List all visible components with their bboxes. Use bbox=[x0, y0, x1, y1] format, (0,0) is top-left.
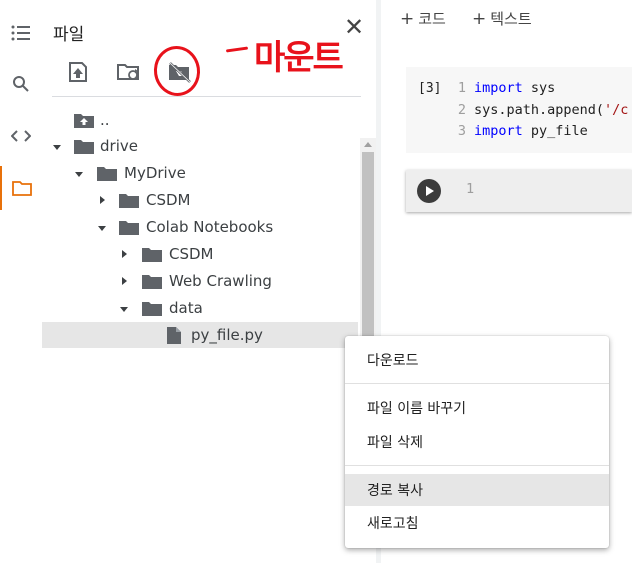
files-panel: 파일 ✕ 마운트 .. drive MyDrive CSDM Colab Not… bbox=[42, 0, 376, 563]
folder-icon bbox=[97, 167, 117, 181]
tree-row-drive[interactable]: drive bbox=[42, 133, 358, 159]
code-cell-active[interactable]: 1 bbox=[406, 170, 632, 212]
panel-title: 파일 bbox=[53, 25, 85, 45]
caret-down-icon[interactable] bbox=[74, 169, 84, 179]
annotation-text: 마운트 bbox=[254, 38, 344, 78]
menu-item-download[interactable]: 다운로드 bbox=[345, 344, 609, 376]
tree-label: Web Crawling bbox=[169, 272, 272, 290]
code-line[interactable]: 1 import sys bbox=[450, 80, 555, 96]
tree-label: MyDrive bbox=[124, 164, 186, 182]
menu-icon[interactable] bbox=[0, 13, 42, 53]
code-line[interactable]: 3 import py_file bbox=[450, 123, 588, 139]
menu-item-copy-path[interactable]: 경로 복사 bbox=[345, 474, 609, 506]
scroll-up-arrow-icon[interactable] bbox=[364, 142, 372, 147]
caret-down-icon[interactable] bbox=[119, 304, 129, 314]
tree-row-csdm-2[interactable]: CSDM bbox=[42, 241, 358, 267]
tree-row-web-crawling[interactable]: Web Crawling bbox=[42, 268, 358, 294]
caret-right-icon[interactable] bbox=[119, 276, 129, 286]
add-text-button[interactable]: + 텍스트 bbox=[472, 8, 532, 29]
caret-down-icon[interactable] bbox=[52, 142, 62, 152]
menu-separator bbox=[345, 465, 609, 466]
code-line[interactable]: 2 sys.path.append('/c bbox=[450, 102, 629, 118]
toolbar-divider bbox=[52, 96, 361, 97]
folder-icon[interactable] bbox=[0, 166, 42, 210]
upload-icon[interactable] bbox=[66, 60, 92, 86]
caret-right-icon[interactable] bbox=[97, 195, 107, 205]
tree-label: CSDM bbox=[146, 191, 191, 209]
folder-icon bbox=[142, 302, 162, 316]
context-menu: 다운로드 파일 이름 바꾸기 파일 삭제 경로 복사 새로고침 bbox=[345, 336, 609, 548]
folder-icon bbox=[142, 248, 162, 262]
caret-down-icon[interactable] bbox=[97, 223, 107, 233]
tree-label: Colab Notebooks bbox=[146, 218, 274, 236]
annotation-dash bbox=[225, 46, 249, 53]
menu-item-delete[interactable]: 파일 삭제 bbox=[345, 426, 609, 458]
folder-icon bbox=[119, 194, 139, 208]
tree-label: py_file.py bbox=[191, 326, 263, 344]
parent-folder-icon bbox=[74, 114, 94, 128]
scroll-thumb[interactable] bbox=[362, 152, 374, 348]
tree-label: CSDM bbox=[169, 245, 214, 263]
line-number: 1 bbox=[466, 181, 475, 197]
tree-row-data[interactable]: data bbox=[42, 295, 358, 321]
tree-row-mydrive[interactable]: MyDrive bbox=[42, 160, 358, 186]
run-cell-button[interactable] bbox=[417, 179, 441, 203]
annotation-circle bbox=[150, 43, 204, 99]
close-icon[interactable]: ✕ bbox=[342, 15, 366, 40]
folder-icon bbox=[74, 140, 94, 154]
tree-label: drive bbox=[100, 137, 138, 155]
tree-row-parent[interactable]: .. bbox=[42, 107, 358, 133]
tree-label: .. bbox=[100, 111, 110, 129]
add-code-button[interactable]: + 코드 bbox=[400, 8, 446, 29]
caret-right-icon[interactable] bbox=[119, 249, 129, 259]
menu-item-refresh[interactable]: 새로고침 bbox=[345, 507, 609, 539]
tree-row-colab-notebooks[interactable]: Colab Notebooks bbox=[42, 214, 358, 240]
tree-row-csdm[interactable]: CSDM bbox=[42, 187, 358, 213]
refresh-folder-icon[interactable] bbox=[116, 60, 142, 86]
file-icon bbox=[167, 327, 181, 344]
menu-item-rename[interactable]: 파일 이름 바꾸기 bbox=[345, 392, 609, 424]
execution-count: [3] bbox=[418, 81, 442, 96]
menu-separator bbox=[345, 383, 609, 384]
folder-icon bbox=[119, 221, 139, 235]
code-icon[interactable] bbox=[0, 116, 42, 156]
search-icon[interactable] bbox=[0, 64, 42, 104]
left-rail bbox=[0, 0, 42, 563]
code-cell[interactable]: [3] 1 import sys 2 sys.path.append('/c 3 im… bbox=[406, 67, 632, 153]
tree-scrollbar[interactable] bbox=[360, 138, 376, 348]
folder-icon bbox=[142, 275, 162, 289]
tree-label: data bbox=[169, 299, 203, 317]
tree-row-py-file[interactable]: py_file.py bbox=[42, 322, 358, 348]
